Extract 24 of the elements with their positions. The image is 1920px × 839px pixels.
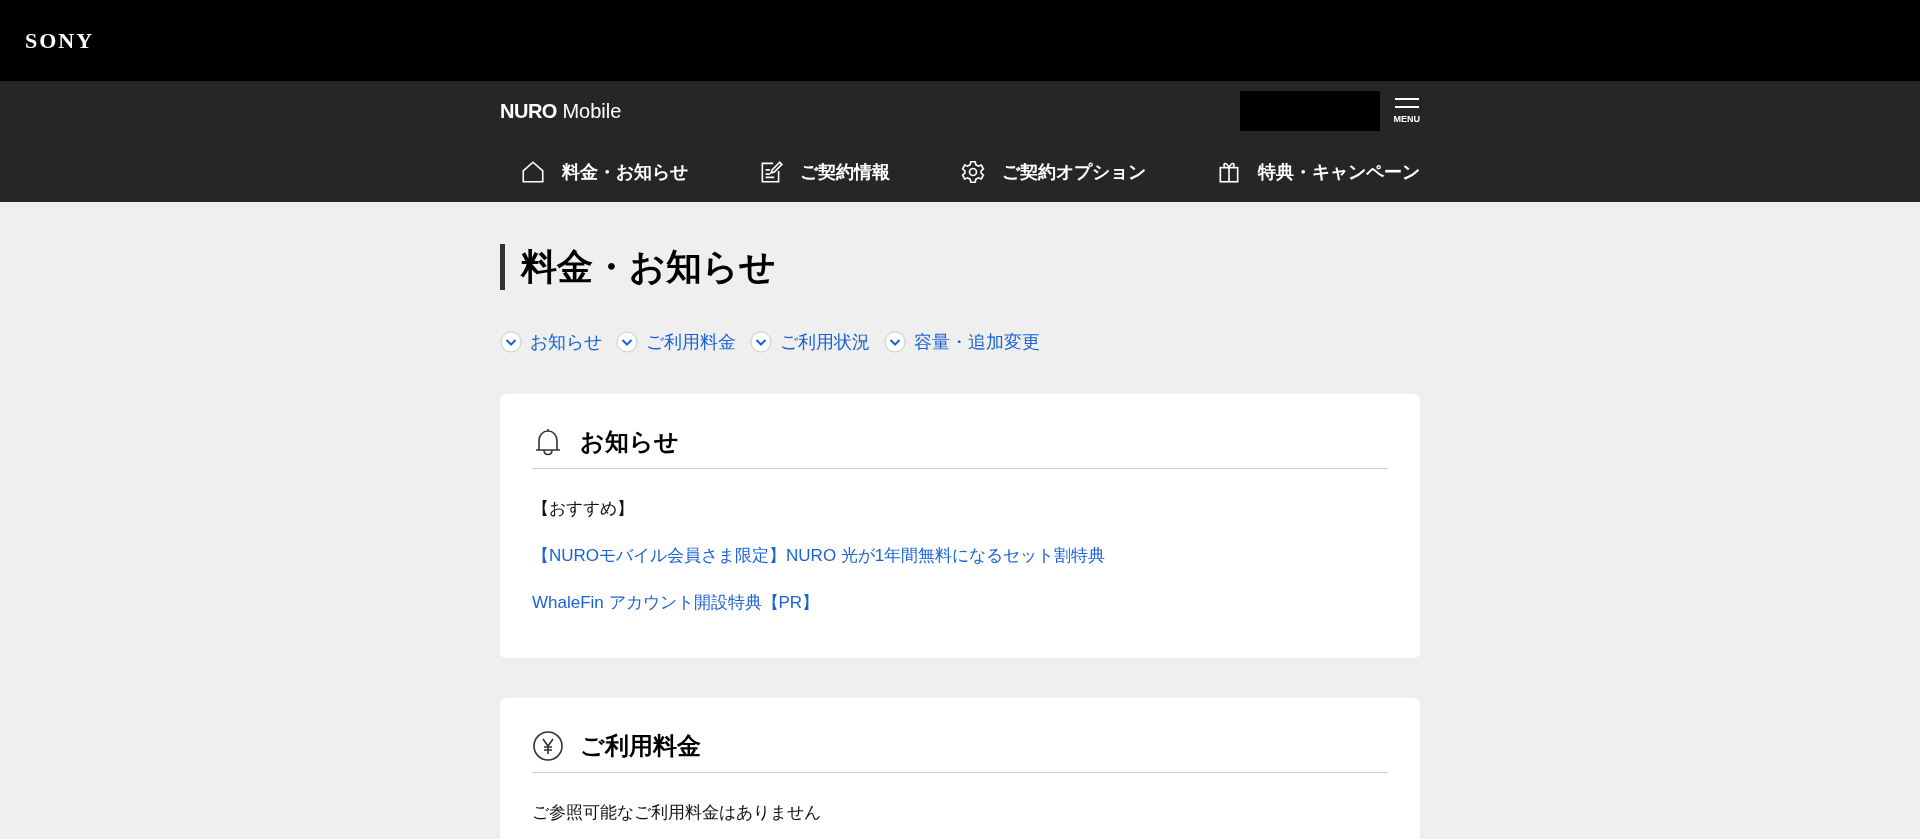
anchor-link[interactable]: ご利用状況 [750, 330, 870, 354]
anchor-link[interactable]: 容量・追加変更 [884, 330, 1040, 354]
nav-tab[interactable]: ご契約情報 [758, 158, 890, 185]
news-link[interactable]: 【NUROモバイル会員さま限定】NURO 光が1年間無料になるセット割特典 [532, 544, 1106, 567]
card-text: ご参照可能なご利用料金はありません [532, 802, 822, 824]
nav-tab[interactable]: 特典・キャンペーン [1216, 158, 1420, 185]
chevron-down-icon [500, 331, 522, 353]
nav-tab[interactable]: ご契約オプション [960, 158, 1146, 185]
brand-logo: SONY [25, 27, 95, 54]
chevron-down-icon [616, 331, 638, 353]
anchor-link[interactable]: ご利用料金 [616, 330, 736, 354]
yen-icon [532, 730, 564, 762]
nav-tab[interactable]: 料金・お知らせ [520, 158, 688, 185]
gear-icon [960, 158, 986, 185]
news-link[interactable]: WhaleFin アカウント開設特典【PR】 [532, 591, 820, 614]
page-title: 料金・お知らせ [500, 244, 1420, 290]
site-logo[interactable]: NURO Mobile [500, 99, 622, 123]
card-text: 【おすすめ】 [532, 498, 635, 520]
anchor-link[interactable]: お知らせ [500, 330, 602, 354]
chevron-down-icon [884, 331, 906, 353]
menu-button[interactable]: MENU [1393, 98, 1420, 124]
chevron-down-icon [750, 331, 772, 353]
card-title: お知らせ [580, 427, 679, 457]
card-title: ご利用料金 [580, 731, 701, 761]
